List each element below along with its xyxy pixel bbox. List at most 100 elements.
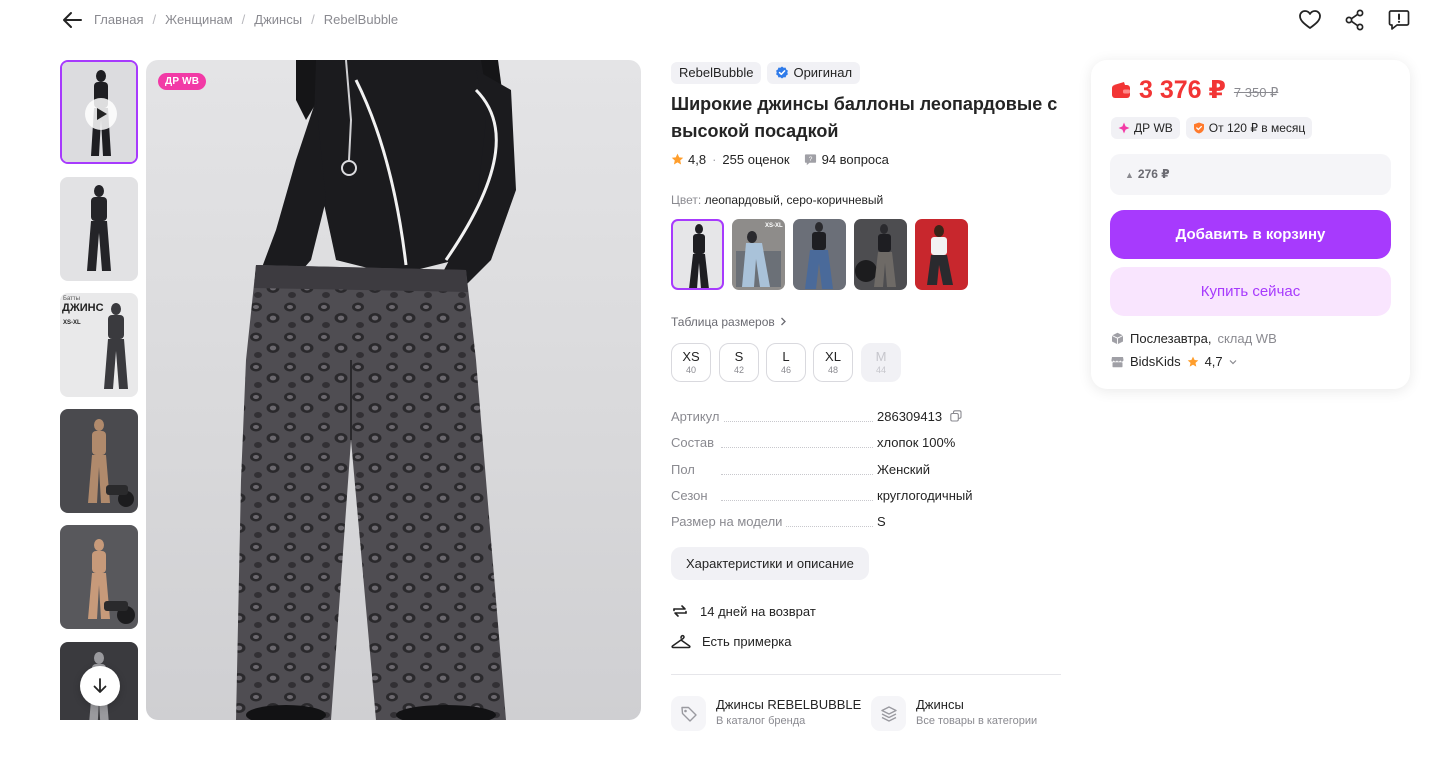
thumbnail-promo[interactable]: Батты ДЖИНС XS-XL bbox=[60, 293, 138, 397]
swatch-figure bbox=[855, 224, 896, 287]
size-label: XL bbox=[825, 349, 841, 364]
original-badge: Оригинал bbox=[767, 62, 861, 84]
add-to-cart-button[interactable]: Добавить в корзину bbox=[1110, 210, 1391, 259]
spec-dots bbox=[721, 421, 873, 422]
spec-row: Артикул 286309413 bbox=[671, 409, 1063, 427]
spec-value: круглогодичный bbox=[877, 488, 973, 503]
color-swatch[interactable]: XS-XL bbox=[732, 219, 785, 290]
color-label: Цвет: леопардовый, серо-коричневый bbox=[671, 193, 883, 207]
swatch-figure bbox=[927, 225, 953, 285]
arrow-down-icon bbox=[93, 678, 107, 693]
breadcrumb-item-women[interactable]: Женщинам bbox=[165, 12, 233, 27]
old-price: 7 350 ₽ bbox=[1233, 85, 1279, 100]
size-number: 40 bbox=[685, 365, 696, 375]
wallet-icon bbox=[1112, 82, 1130, 98]
copy-icon[interactable] bbox=[949, 410, 962, 422]
size-number: 48 bbox=[827, 365, 838, 375]
category-text: Джинсы Все товары в категории bbox=[916, 696, 1061, 731]
color-swatch[interactable] bbox=[915, 219, 968, 290]
spec-key: Артикул bbox=[671, 409, 724, 424]
spec-row: Сезон круглогодичный bbox=[671, 488, 1063, 506]
seller-name: BidsKids bbox=[1130, 354, 1181, 369]
article-number: 286309413 bbox=[877, 409, 943, 424]
thumbnail-photo[interactable] bbox=[60, 525, 138, 629]
separator-dot: · bbox=[712, 152, 717, 167]
size-label: XS bbox=[682, 349, 700, 364]
spec-dots bbox=[721, 500, 873, 501]
breadcrumb-item-brand[interactable]: RebelBubble bbox=[324, 12, 398, 27]
brand-catalog-link[interactable]: Джинсы REBELBUBBLE В каталог бренда bbox=[671, 696, 861, 731]
play-icon bbox=[85, 98, 117, 130]
brand-link[interactable]: RebelBubble bbox=[671, 62, 762, 84]
spec-row: Размер на модели S bbox=[671, 514, 1063, 532]
star-icon bbox=[1187, 356, 1198, 367]
color-swatch[interactable] bbox=[671, 219, 724, 290]
size-number: 46 bbox=[780, 365, 791, 375]
return-icon bbox=[673, 605, 687, 617]
color-swatch[interactable] bbox=[793, 219, 846, 290]
star-icon bbox=[671, 153, 684, 165]
product-title: Широкие джинсы баллоны леопардовые с выс… bbox=[671, 94, 1058, 141]
color-label-value: леопардовый, серо-коричневый bbox=[704, 193, 884, 207]
breadcrumb-separator: / bbox=[241, 12, 246, 27]
breadcrumb: Главная / Женщинам / Джинсы / RebelBubble bbox=[94, 12, 398, 27]
size-label: L bbox=[782, 349, 790, 364]
spec-dots bbox=[721, 474, 873, 475]
hanger-icon bbox=[671, 634, 691, 649]
seller-rating: 4,7 bbox=[1204, 354, 1223, 369]
questions-link[interactable]: 94 вопроса bbox=[822, 152, 889, 167]
spec-value: Женский bbox=[877, 462, 930, 477]
heart-icon[interactable] bbox=[1298, 8, 1322, 32]
thumbnail-photo[interactable] bbox=[60, 409, 138, 513]
size-option[interactable]: XL 48 bbox=[813, 343, 853, 382]
share-icon[interactable] bbox=[1343, 8, 1367, 32]
rating-value: 4,8 bbox=[688, 152, 707, 167]
size-option[interactable]: S 42 bbox=[719, 343, 759, 382]
breadcrumb-separator: / bbox=[152, 12, 157, 27]
size-table-label: Таблица размеров bbox=[671, 315, 775, 329]
color-swatch[interactable] bbox=[854, 219, 907, 290]
layers-icon bbox=[871, 696, 906, 731]
size-option-unavailable[interactable]: M 44 bbox=[861, 343, 901, 382]
breadcrumb-item-home[interactable]: Главная bbox=[94, 12, 143, 27]
brand-row: RebelBubble Оригинал bbox=[671, 62, 861, 84]
main-product-photo[interactable]: ДР WB bbox=[146, 60, 641, 720]
brand-catalog-text: Джинсы REBELBUBBLE В каталог бренда bbox=[716, 696, 861, 731]
shop-icon bbox=[1111, 357, 1124, 368]
seller-link[interactable]: BidsKids 4,7 bbox=[1111, 354, 1237, 369]
size-option[interactable]: L 46 bbox=[766, 343, 806, 382]
thumbnail-photo[interactable] bbox=[60, 177, 138, 281]
thumbnail-figure bbox=[104, 303, 128, 389]
category-subtitle: Все товары в категории bbox=[916, 715, 1038, 727]
size-number: 44 bbox=[875, 365, 886, 375]
spec-dots bbox=[721, 447, 873, 448]
category-title: Джинсы bbox=[916, 697, 964, 712]
thumbnail-video[interactable] bbox=[60, 60, 138, 164]
size-label: M bbox=[875, 349, 887, 364]
fitting-label: Есть примерка bbox=[702, 633, 792, 649]
characteristics-button[interactable]: Характеристики и описание bbox=[671, 547, 869, 580]
installment-label: От 120 ₽ в месяц bbox=[1208, 121, 1306, 135]
size-option[interactable]: XS 40 bbox=[671, 343, 711, 382]
size-label: S bbox=[734, 349, 744, 364]
spec-value: хлопок 100% bbox=[877, 435, 956, 450]
breadcrumb-separator: / bbox=[311, 12, 315, 27]
triangle-up-icon: ▲ bbox=[1125, 170, 1134, 180]
spec-key: Сезон bbox=[671, 488, 712, 503]
spec-row: Состав хлопок 100% bbox=[671, 435, 1063, 453]
report-icon[interactable] bbox=[1387, 8, 1411, 32]
buy-now-button[interactable]: Купить сейчас bbox=[1110, 267, 1391, 316]
size-table-link[interactable]: Таблица размеров bbox=[671, 315, 787, 329]
category-link[interactable]: Джинсы Все товары в категории bbox=[871, 696, 1061, 731]
brand-name: RebelBubble bbox=[679, 65, 754, 80]
birthday-promo-chip[interactable]: ДР WB bbox=[1111, 117, 1180, 139]
chevron-right-icon bbox=[781, 317, 787, 326]
back-arrow-icon[interactable] bbox=[61, 10, 83, 30]
reviews-link[interactable]: 255 оценок bbox=[722, 152, 789, 167]
installment-chip[interactable]: От 120 ₽ в месяц bbox=[1185, 117, 1313, 139]
breadcrumb-item-jeans[interactable]: Джинсы bbox=[254, 12, 302, 27]
swatch-figure bbox=[736, 231, 781, 287]
motorcycle-shape bbox=[104, 601, 135, 624]
scroll-down-button[interactable] bbox=[80, 666, 120, 706]
cashback-field: ▲ 276 ₽ bbox=[1110, 154, 1391, 195]
